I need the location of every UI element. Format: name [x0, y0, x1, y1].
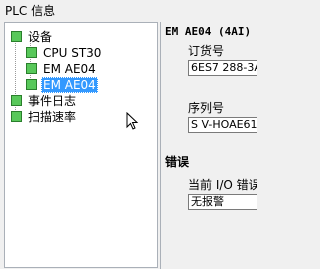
window-title: PLC 信息	[5, 4, 56, 18]
tree-item-label: 设备	[28, 30, 53, 44]
plc-info-window: PLC 信息 设备 CPU ST30 EM AE04 EM AE04 事件日志	[0, 0, 257, 269]
module-icon	[11, 95, 22, 106]
title-bar: PLC 信息	[0, 0, 257, 18]
module-icon	[26, 63, 37, 74]
serial-number-label: 序列号	[188, 101, 225, 115]
io-error-field[interactable]: 无报警	[188, 194, 257, 210]
order-number-label: 订货号	[188, 44, 225, 58]
module-detail-panel: EM AE04 (4AI) 订货号 6ES7 288-3AE 序列号 S V-H…	[160, 22, 257, 269]
module-icon	[26, 79, 37, 90]
device-tree: 设备 CPU ST30 EM AE04 EM AE04 事件日志 扫描速率	[4, 22, 158, 268]
error-section-title: 错误	[165, 155, 190, 169]
mouse-pointer-icon	[126, 112, 139, 130]
tree-item-label: CPU ST30	[43, 46, 102, 60]
io-error-label: 当前 I/O 错误	[188, 178, 257, 192]
tree-item-label: 扫描速率	[28, 110, 77, 124]
tree-item-label: EM AE04	[43, 62, 96, 76]
order-number-field[interactable]: 6ES7 288-3AE	[188, 60, 257, 76]
tree-item-label-selected: EM AE04	[41, 77, 98, 93]
module-icon	[11, 31, 22, 42]
module-icon	[11, 111, 22, 122]
module-header: EM AE04 (4AI)	[165, 25, 252, 38]
module-icon	[26, 47, 37, 58]
tree-item-label: 事件日志	[28, 94, 77, 108]
serial-number-field[interactable]: S V-HOAE613	[188, 117, 257, 133]
tree-connector-root	[15, 38, 16, 118]
